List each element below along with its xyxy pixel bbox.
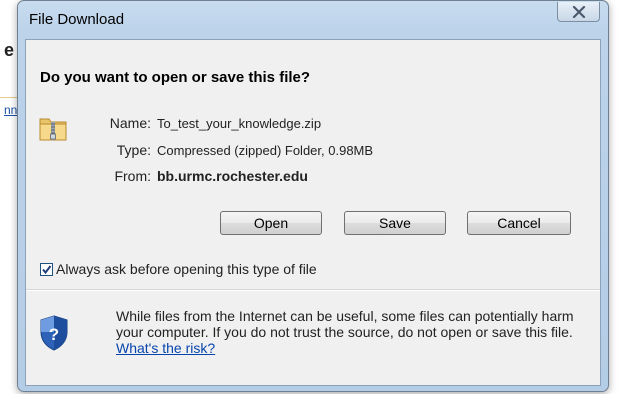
background-link-fragment[interactable]: nn — [4, 103, 17, 117]
whats-the-risk-link[interactable]: What's the risk? — [116, 340, 215, 356]
from-label: From: — [114, 168, 151, 184]
dialog-title: File Download — [29, 11, 125, 28]
cancel-button[interactable]: Cancel — [467, 211, 571, 235]
section-divider-highlight — [26, 290, 600, 291]
checkmark-icon — [42, 265, 52, 275]
file-download-dialog: File Download Do you want to open or sav… — [17, 0, 609, 392]
save-button[interactable]: Save — [344, 211, 446, 235]
always-ask-label[interactable]: Always ask before opening this type of f… — [56, 261, 317, 277]
type-label: Type: — [116, 142, 151, 158]
open-button[interactable]: Open — [220, 211, 322, 235]
close-button[interactable] — [557, 2, 600, 22]
background-heading-fragment: e — [4, 40, 15, 60]
security-shield-icon: ? — [40, 315, 68, 351]
dialog-body: Do you want to open or save this file? N… — [25, 39, 601, 386]
always-ask-checkbox[interactable] — [40, 263, 53, 276]
dialog-question: Do you want to open or save this file? — [40, 69, 311, 86]
security-warning-text: While files from the Internet can be use… — [116, 308, 574, 340]
svg-text:?: ? — [49, 325, 59, 344]
close-icon — [572, 6, 586, 18]
name-value: To_test_your_knowledge.zip — [157, 116, 322, 131]
zip-folder-icon — [39, 118, 67, 141]
from-value: bb.urmc.rochester.edu — [157, 168, 308, 184]
name-label: Name: — [109, 115, 151, 131]
type-value: Compressed (zipped) Folder, 0.98MB — [157, 143, 374, 158]
